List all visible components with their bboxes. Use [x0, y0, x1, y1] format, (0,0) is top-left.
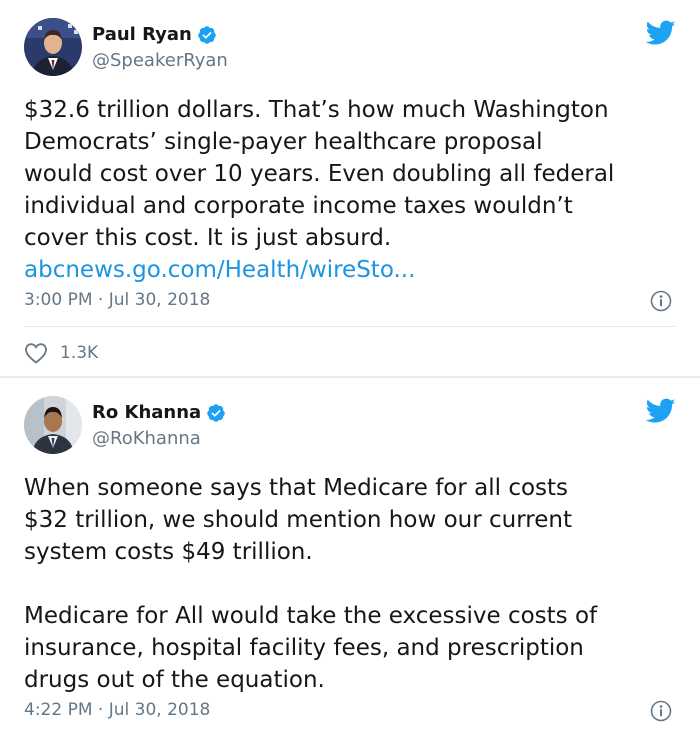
- author-row: Ro Khanna: [92, 402, 226, 424]
- avatar[interactable]: [24, 396, 82, 454]
- tweet-timestamp[interactable]: 4:22 PM · Jul 30, 2018: [24, 700, 210, 720]
- tweet-card: Ro Khanna @RoKhanna When someone says th…: [0, 378, 700, 734]
- twitter-bird-icon[interactable]: [646, 20, 676, 46]
- author-handle[interactable]: @SpeakerRyan: [92, 50, 228, 72]
- heart-icon: [25, 343, 47, 364]
- verified-badge-icon: [198, 26, 216, 44]
- tweet-text: $32.6 trillion dollars. That’s how much …: [24, 97, 615, 251]
- tweet-timestamp[interactable]: 3:00 PM · Jul 30, 2018: [24, 290, 210, 310]
- info-icon[interactable]: [650, 700, 672, 722]
- like-action[interactable]: 1.3K: [24, 342, 98, 364]
- divider: [24, 326, 676, 327]
- verified-badge-icon: [207, 404, 225, 422]
- tweet-link[interactable]: abcnews.go.com/Health/wireSto...: [24, 254, 415, 286]
- author-name[interactable]: Ro Khanna: [92, 402, 201, 424]
- like-count: 1.3K: [60, 343, 99, 363]
- info-icon[interactable]: [650, 290, 672, 312]
- author-handle[interactable]: @RoKhanna: [92, 428, 201, 450]
- tweet-text: When someone says that Medicare for all …: [24, 475, 598, 693]
- twitter-bird-icon[interactable]: [646, 398, 676, 424]
- avatar[interactable]: [24, 18, 82, 76]
- author-row: Paul Ryan: [92, 24, 217, 46]
- author-name[interactable]: Paul Ryan: [92, 24, 192, 46]
- tweet-card: Paul Ryan @SpeakerRyan $32.6 trillion do…: [0, 0, 700, 376]
